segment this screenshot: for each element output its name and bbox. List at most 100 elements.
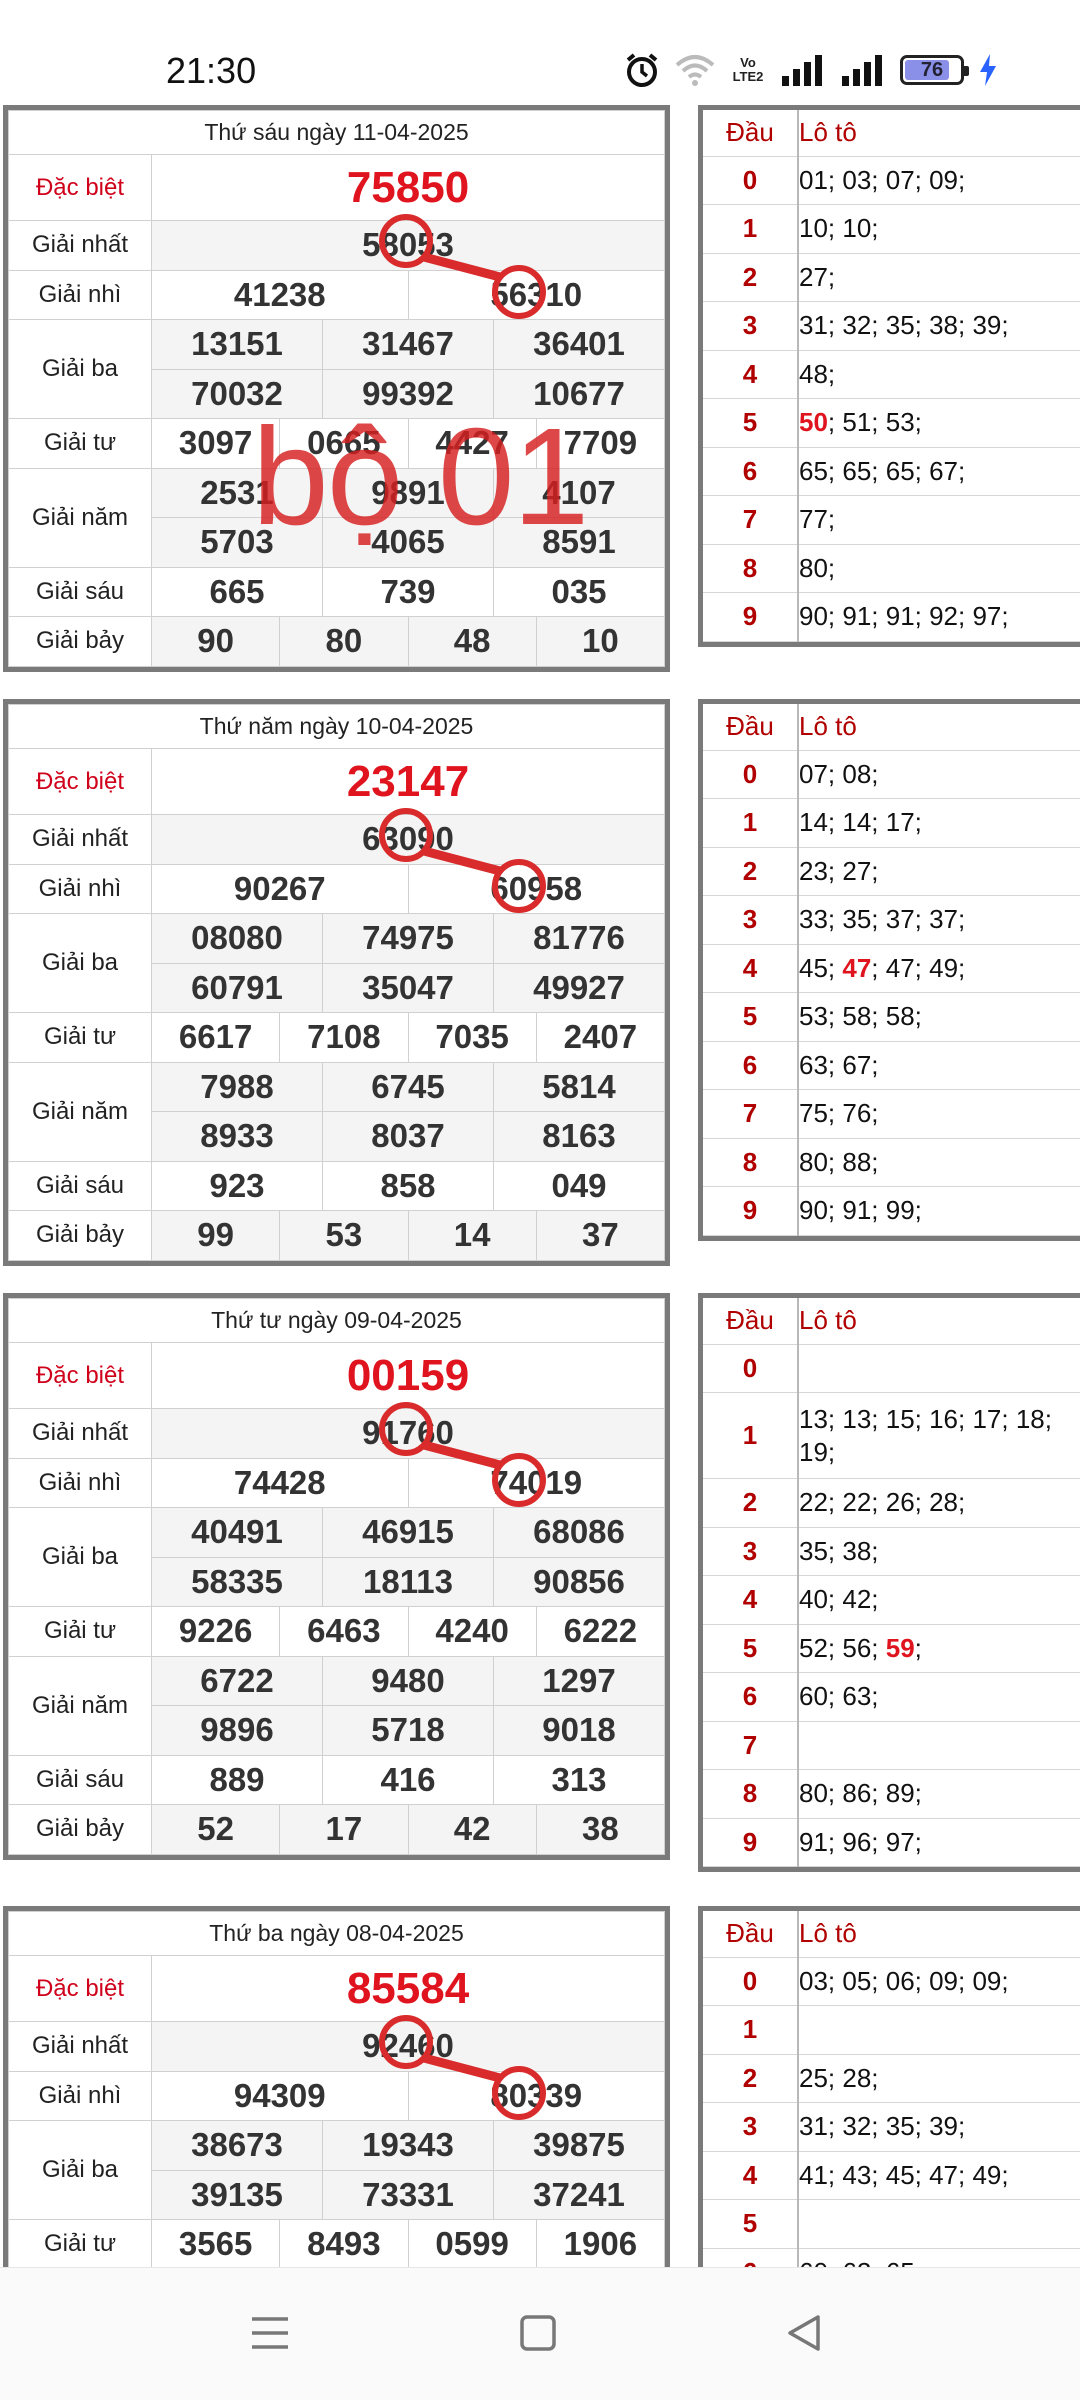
alarm-icon xyxy=(626,53,658,87)
loto-head-digit: 2 xyxy=(703,253,799,302)
label-giai-nhat: Giải nhất xyxy=(8,220,152,271)
label-giai-nam: Giải năm xyxy=(8,467,152,568)
loto-values: 33; 35; 37; 37; xyxy=(798,895,1080,945)
loto-head-digit: 6 xyxy=(703,2248,799,2267)
seventh-prize-number: 48 xyxy=(407,616,537,667)
loto-number-list: 35; 38; xyxy=(799,1535,879,1566)
label-giai-nam: Giải năm xyxy=(8,1061,152,1162)
home-button[interactable] xyxy=(498,2298,578,2368)
loto-number-list: 63; 67; xyxy=(799,1049,879,1080)
third-prize-number: 31467 xyxy=(322,319,494,370)
loto-head-digit: 3 xyxy=(703,301,799,351)
fifth-prize-number: 9480 xyxy=(322,1655,494,1706)
loto-number-list: 60; 63; xyxy=(799,1681,879,1712)
result-table: Thứ ba ngày 08-04-2025 Đặc biệt 85584 Gi… xyxy=(3,1906,670,2267)
fifth-prize-number: 8037 xyxy=(322,1111,494,1162)
loto-number-list: 23; 27; xyxy=(799,855,879,886)
status-bar: 21:30 Vo LTE2 76 xyxy=(0,0,1080,105)
label-giai-nhi: Giải nhì xyxy=(8,2070,152,2121)
loto-number-list: 40; 42; xyxy=(799,1584,879,1615)
fourth-prize-number: 2407 xyxy=(535,1012,666,1063)
loto-head-digit: 8 xyxy=(703,1138,799,1187)
third-prize-number: 13151 xyxy=(151,319,323,370)
fourth-prize-number: 1906 xyxy=(535,2219,666,2267)
loto-values: 31; 32; 35; 38; 39; xyxy=(798,301,1080,351)
seventh-prize-number: 38 xyxy=(535,1804,666,1855)
back-button[interactable] xyxy=(764,2298,844,2368)
loto-values: 14; 14; 17; xyxy=(798,798,1080,848)
loto-head-digit: 3 xyxy=(703,2102,799,2152)
fourth-prize-number: 6463 xyxy=(279,1606,409,1657)
loto-number-list: ; 51; 53; xyxy=(827,407,922,438)
loto-head-digit: 5 xyxy=(703,398,799,448)
second-prize-number: 74428 xyxy=(151,1457,409,1508)
loto-values: 07; 08; xyxy=(798,750,1080,799)
watermark-text: bộ 01 xyxy=(252,400,589,554)
sixth-prize-number: 889 xyxy=(151,1754,323,1805)
seventh-prize-number: 14 xyxy=(407,1210,537,1261)
loto-number-list: 22; 22; 26; 28; xyxy=(799,1487,966,1518)
loto-number-list: 80; xyxy=(799,552,836,583)
menu-button[interactable] xyxy=(230,2298,310,2368)
loto-values: 22; 22; 26; 28; xyxy=(798,1478,1080,1528)
label-giai-nhi: Giải nhì xyxy=(8,863,152,914)
loto-values: 63; 67; xyxy=(798,1041,1080,1090)
loto-values xyxy=(798,2005,1080,2055)
label-giai-bay: Giải bảy xyxy=(8,1804,152,1855)
loto-values: 23; 27; xyxy=(798,847,1080,896)
loto-values: 90; 91; 99; xyxy=(798,1186,1080,1236)
wifi-icon xyxy=(675,55,715,86)
result-table: Thứ năm ngày 10-04-2025 Đặc biệt 23147 G… xyxy=(3,699,670,1266)
loto-number-list: 60; 62; 65; xyxy=(799,2257,922,2267)
label-giai-tu: Giải tư xyxy=(8,1606,152,1657)
loto-head-digit: 6 xyxy=(703,1672,799,1722)
loto-header-dau: Đầu xyxy=(703,1911,799,1958)
loto-values: 25; 28; xyxy=(798,2054,1080,2103)
loto-number-list: 45; xyxy=(799,952,843,983)
seventh-prize-number: 17 xyxy=(279,1804,409,1855)
loto-head-digit: 2 xyxy=(703,847,799,896)
loto-number-list: ; 47; 49; xyxy=(871,952,966,983)
third-prize-number: 40491 xyxy=(151,1507,323,1558)
second-prize-number: 60958 xyxy=(407,863,665,914)
loto-number-list: 14; 14; 17; xyxy=(799,807,922,838)
label-giai-tu: Giải tư xyxy=(8,1012,152,1063)
first-prize-number: 58053 xyxy=(151,220,665,271)
first-prize-number: 92460 xyxy=(151,2021,665,2072)
loto-number-list: 90; 91; 99; xyxy=(799,1195,922,1226)
second-prize-number: 90267 xyxy=(151,863,409,914)
seventh-prize-number: 10 xyxy=(535,616,666,667)
result-table: Thứ tư ngày 09-04-2025 Đặc biệt 00159 Gi… xyxy=(3,1293,670,1860)
loto-number-list: 80; 86; 89; xyxy=(799,1778,922,1809)
label-giai-ba: Giải ba xyxy=(8,913,152,1013)
seventh-prize-number: 37 xyxy=(535,1210,666,1261)
second-prize-number: 80339 xyxy=(407,2070,665,2121)
fourth-prize-number: 3565 xyxy=(150,2219,281,2267)
loto-values: 48; xyxy=(798,350,1080,399)
loto-values: 01; 03; 07; 09; xyxy=(798,156,1080,205)
loto-table: Đầu Lô tô 0 03; 05; 06; 09; 09; 1 2 25; 28… xyxy=(698,1906,1080,2267)
label-giai-ba: Giải ba xyxy=(8,2120,152,2220)
loto-values xyxy=(798,1721,1080,1770)
third-prize-number: 36401 xyxy=(493,319,665,370)
seventh-prize-number: 52 xyxy=(150,1804,281,1855)
loto-head-digit: 1 xyxy=(703,204,799,254)
loto-head-digit: 7 xyxy=(703,495,799,545)
third-prize-number: 19343 xyxy=(322,2120,494,2171)
third-prize-number: 68086 xyxy=(493,1507,665,1558)
loto-number-list: 31; 32; 35; 38; 39; xyxy=(799,310,1009,341)
loto-number-list: 52; 56; xyxy=(799,1632,886,1663)
loto-number-list: 25; 28; xyxy=(799,2062,879,2093)
fifth-prize-number: 7988 xyxy=(151,1061,323,1112)
loto-head-digit: 3 xyxy=(703,895,799,945)
loto-head-digit: 9 xyxy=(703,1818,799,1867)
special-prize-number: 23147 xyxy=(151,748,665,815)
label-dac-biet: Đặc biệt xyxy=(8,1342,152,1409)
results-scroll-area[interactable]: Thứ sáu ngày 11-04-2025 Đặc biệt 75850 G… xyxy=(0,105,1080,2267)
loto-number-list: 33; 35; 37; 37; xyxy=(799,904,966,935)
status-time: 21:30 xyxy=(166,50,257,91)
loto-head-digit: 9 xyxy=(703,592,799,642)
seventh-prize-number: 90 xyxy=(150,616,281,667)
loto-head-digit: 5 xyxy=(703,1624,799,1673)
charging-icon xyxy=(980,54,996,86)
